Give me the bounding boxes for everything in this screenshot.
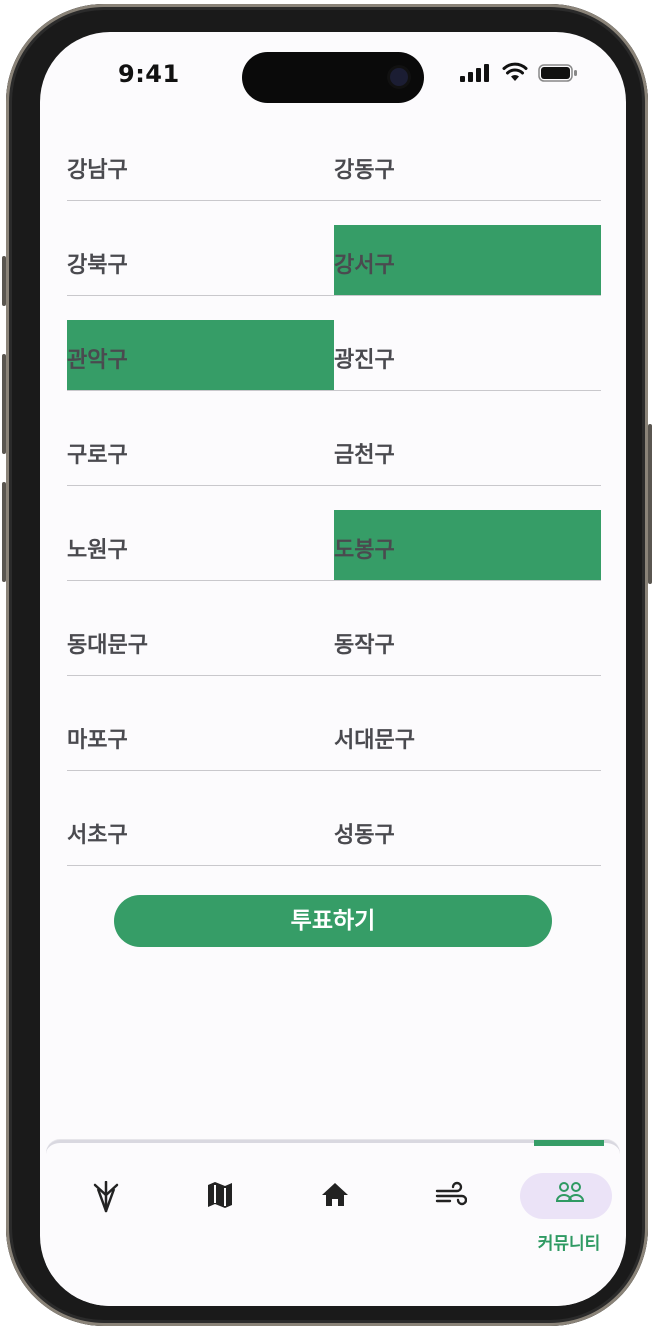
camera-icon <box>390 68 408 86</box>
map-icon <box>208 1182 232 1208</box>
bottom-tab-bar: 커뮤니티 <box>46 1140 620 1306</box>
district-label: 강서구 <box>334 253 395 278</box>
district-label: 동작구 <box>334 633 395 658</box>
battery-icon <box>538 64 577 82</box>
district-option[interactable]: 성동구 <box>334 795 601 866</box>
district-label: 강동구 <box>334 158 395 183</box>
power-button <box>648 424 652 584</box>
district-option[interactable]: 마포구 <box>67 700 334 771</box>
volume-down-button <box>2 482 6 582</box>
district-option[interactable]: 동대문구 <box>67 605 334 676</box>
district-option[interactable]: 서초구 <box>67 795 334 866</box>
district-option[interactable]: 서대문구 <box>334 700 601 771</box>
district-label: 구로구 <box>67 443 128 468</box>
tab-community-label: 커뮤니티 <box>537 1234 601 1254</box>
district-option[interactable]: 노원구 <box>67 510 334 581</box>
tab-wind[interactable] <box>404 1161 494 1251</box>
tab-umbrella[interactable] <box>61 1161 151 1251</box>
status-bar: 9:41 <box>40 32 626 122</box>
district-label: 서초구 <box>67 823 128 848</box>
signal-icon <box>460 64 489 82</box>
vote-button[interactable]: 투표하기 <box>114 895 552 947</box>
district-label: 서대문구 <box>334 728 415 753</box>
district-option[interactable]: 강서구 <box>334 225 601 296</box>
district-label: 관악구 <box>67 348 128 373</box>
phone-frame: 9:41 강남구 강동구강북구 강서구관악구 광진구구로구 금천구노원구 도봉구 <box>2 4 652 1326</box>
district-option[interactable]: 강남구 <box>67 130 334 201</box>
community-icon <box>555 1182 585 1202</box>
district-label: 마포구 <box>67 728 128 753</box>
screen: 9:41 강남구 강동구강북구 강서구관악구 광진구구로구 금천구노원구 도봉구 <box>40 32 626 1306</box>
district-option[interactable]: 금천구 <box>334 415 601 486</box>
tab-map[interactable] <box>175 1161 265 1251</box>
dynamic-island <box>242 52 424 103</box>
umbrella-icon <box>93 1181 119 1213</box>
wind-icon <box>435 1181 467 1206</box>
tab-home[interactable] <box>290 1161 380 1251</box>
district-option[interactable]: 동작구 <box>334 605 601 676</box>
district-label: 성동구 <box>334 823 395 848</box>
district-label: 동대문구 <box>67 633 148 658</box>
district-option[interactable]: 관악구 <box>67 320 334 391</box>
district-label: 강북구 <box>67 253 128 278</box>
active-tab-indicator <box>534 1140 604 1146</box>
status-time: 9:41 <box>118 60 180 88</box>
wifi-icon <box>502 62 528 81</box>
action-button <box>2 256 6 306</box>
district-label: 광진구 <box>334 348 395 373</box>
home-icon <box>322 1183 348 1206</box>
district-label: 강남구 <box>67 158 128 183</box>
volume-up-button <box>2 354 6 454</box>
district-option[interactable]: 강동구 <box>334 130 601 201</box>
district-option[interactable]: 광진구 <box>334 320 601 391</box>
district-option[interactable]: 강북구 <box>67 225 334 296</box>
district-label: 금천구 <box>334 443 395 468</box>
district-label: 노원구 <box>67 538 128 563</box>
tab-community[interactable]: 커뮤니티 <box>520 1161 614 1254</box>
district-label: 도봉구 <box>334 538 395 563</box>
district-option[interactable]: 도봉구 <box>334 510 601 581</box>
district-option[interactable]: 구로구 <box>67 415 334 486</box>
